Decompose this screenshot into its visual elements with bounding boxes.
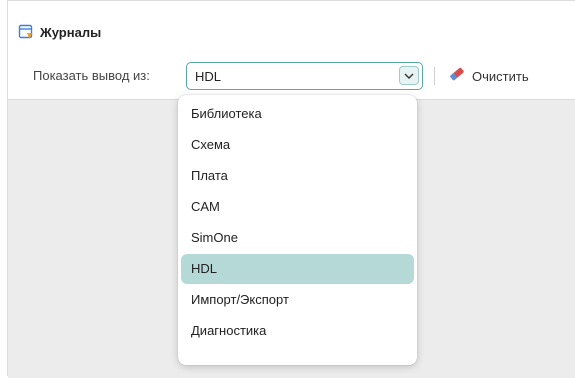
log-panel-icon	[18, 24, 34, 40]
dropdown-option[interactable]: Библиотека	[181, 99, 414, 129]
chevron-down-icon[interactable]	[399, 66, 419, 85]
show-output-label: Показать вывод из:	[33, 68, 150, 83]
toolbar-divider	[434, 67, 435, 85]
dropdown-option[interactable]: Схема	[181, 130, 414, 160]
clear-button[interactable]: Очистить	[448, 65, 529, 87]
dropdown-option[interactable]: Импорт/Экспорт	[181, 285, 414, 315]
dropdown-option[interactable]: SimOne	[181, 223, 414, 253]
dropdown-option[interactable]: CAM	[181, 192, 414, 222]
dropdown-option[interactable]: Диагностика	[181, 316, 414, 346]
panel-header: Журналы	[18, 23, 101, 41]
clear-button-label: Очистить	[472, 68, 529, 84]
panel-title: Журналы	[40, 24, 102, 40]
eraser-icon	[448, 66, 466, 87]
output-source-dropdown: Библиотека Схема Плата CAM SimOne HDL Импорт/Э…	[178, 95, 417, 365]
dropdown-option[interactable]: HDL	[181, 254, 414, 284]
selected-source-value: HDL	[195, 69, 222, 84]
dropdown-option[interactable]: Плата	[181, 161, 414, 191]
toolbar: Показать вывод из: HDL Очистить	[8, 59, 575, 93]
output-source-select[interactable]: HDL	[186, 62, 423, 90]
